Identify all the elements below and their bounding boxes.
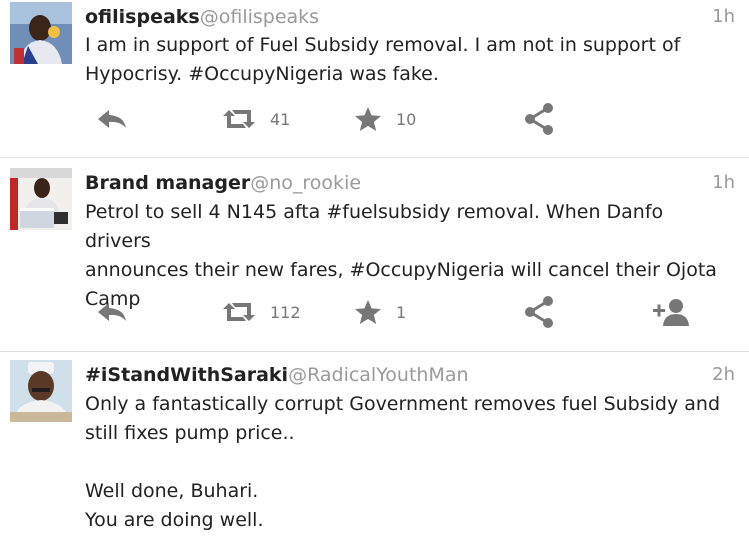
tweet-text: I am in support of Fuel Subsidy removal.… bbox=[85, 31, 729, 89]
tweet-line: still fixes pump price.. bbox=[85, 422, 295, 444]
star-icon bbox=[355, 107, 381, 131]
reply-button[interactable] bbox=[96, 99, 128, 139]
timestamp: 2h bbox=[712, 364, 735, 385]
retweet-button[interactable]: 41 bbox=[222, 99, 290, 139]
tweet-line: You are doing well. bbox=[85, 509, 264, 531]
username[interactable]: @RadicalYouthMan bbox=[288, 364, 468, 386]
share-button[interactable] bbox=[523, 99, 555, 139]
star-icon bbox=[355, 300, 381, 324]
tweet-actions: 41 10 bbox=[0, 99, 749, 139]
retweet-count: 41 bbox=[270, 109, 291, 129]
tweet-2[interactable]: Brand manager@no_rookie 1h Petrol to sel… bbox=[0, 158, 749, 350]
favorite-count: 1 bbox=[396, 302, 407, 322]
tweet-actions: 112 1 bbox=[0, 292, 749, 332]
display-name[interactable]: ofilispeaks bbox=[85, 6, 200, 28]
follow-button[interactable] bbox=[652, 292, 690, 332]
avatar[interactable] bbox=[10, 360, 72, 422]
avatar[interactable] bbox=[10, 168, 72, 230]
retweet-button[interactable]: 112 bbox=[222, 292, 301, 332]
tweet-header: Brand manager@no_rookie bbox=[85, 172, 361, 198]
reply-icon bbox=[98, 110, 126, 128]
share-icon bbox=[525, 296, 553, 328]
tweet-line: announces their new fares, #OccupyNigeri… bbox=[85, 259, 717, 281]
favorite-button[interactable]: 1 bbox=[354, 292, 406, 332]
tweet-header: #iStandWithSaraki@RadicalYouthMan bbox=[85, 364, 469, 390]
tweet-text: Only a fantastically corrupt Government … bbox=[85, 390, 729, 535]
reply-icon bbox=[98, 303, 126, 321]
tweet-line: Well done, Buhari. bbox=[85, 480, 259, 502]
username[interactable]: @no_rookie bbox=[250, 172, 361, 194]
reply-button[interactable] bbox=[96, 292, 128, 332]
favorite-count: 10 bbox=[396, 109, 417, 129]
retweet-count: 112 bbox=[270, 302, 301, 322]
tweet-header: ofilispeaks@ofilispeaks bbox=[85, 6, 319, 32]
tweet-3[interactable]: #iStandWithSaraki@RadicalYouthMan 2h Onl… bbox=[0, 352, 749, 539]
share-button[interactable] bbox=[523, 292, 555, 332]
tweet-line: Petrol to sell 4 N145 afta #fuelsubsidy … bbox=[85, 201, 664, 252]
favorite-button[interactable]: 10 bbox=[354, 99, 416, 139]
tweet-line: Only a fantastically corrupt Government … bbox=[85, 393, 721, 415]
tweet-1[interactable]: ofilispeaks@ofilispeaks 1h I am in suppo… bbox=[0, 0, 749, 156]
timestamp: 1h bbox=[712, 172, 735, 193]
avatar[interactable] bbox=[10, 2, 72, 64]
retweet-icon bbox=[223, 110, 255, 128]
share-icon bbox=[525, 103, 553, 135]
tweet-line: Hypocrisy. #OccupyNigeria was fake. bbox=[85, 63, 439, 85]
timestamp: 1h bbox=[712, 6, 735, 27]
display-name[interactable]: Brand manager bbox=[85, 172, 250, 194]
display-name[interactable]: #iStandWithSaraki bbox=[85, 364, 288, 386]
tweet-line: I am in support of Fuel Subsidy removal.… bbox=[85, 34, 681, 56]
username[interactable]: @ofilispeaks bbox=[200, 6, 319, 28]
retweet-icon bbox=[223, 303, 255, 321]
follow-icon bbox=[653, 299, 689, 326]
